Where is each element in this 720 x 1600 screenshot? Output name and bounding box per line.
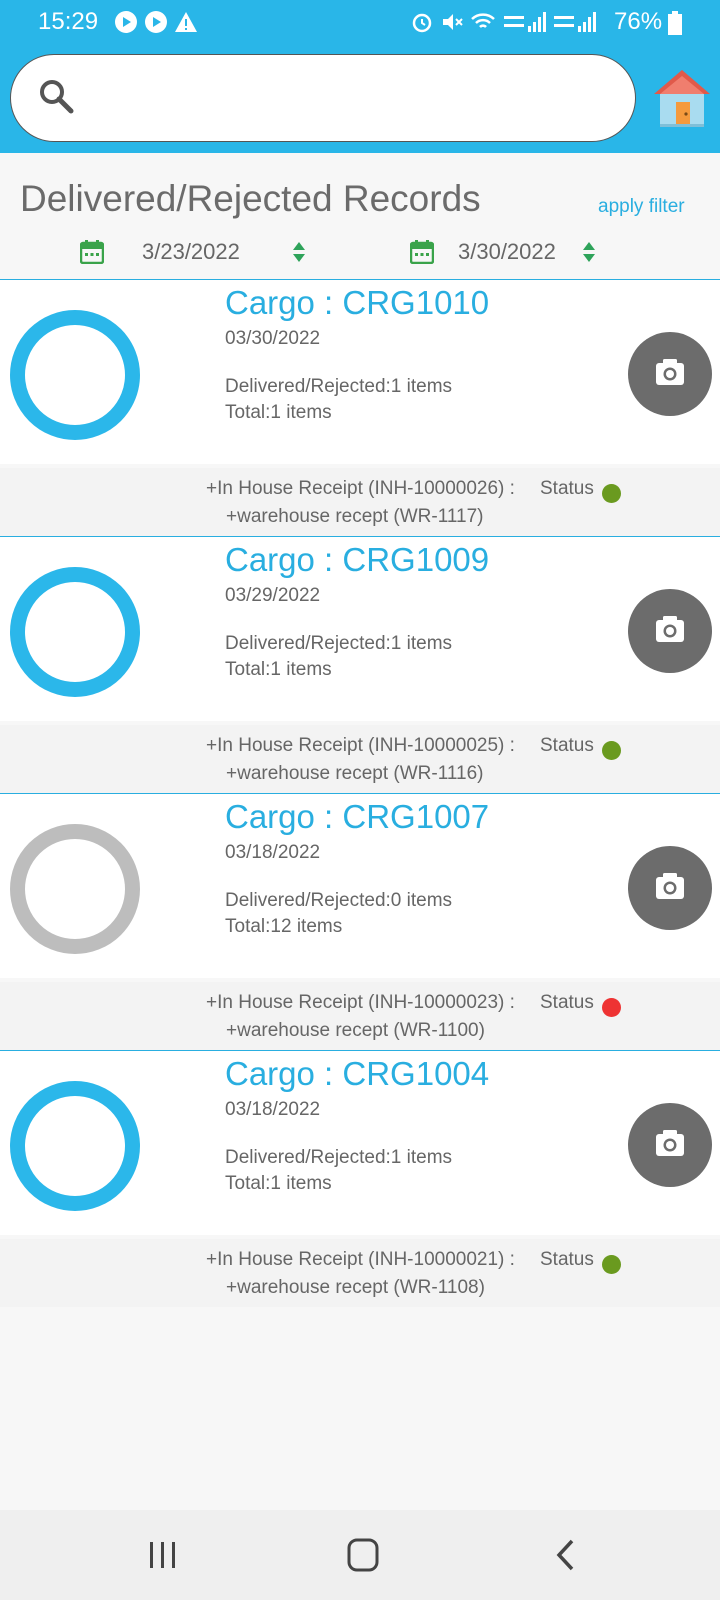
battery-level: 76% <box>614 8 663 35</box>
system-icons <box>410 10 596 34</box>
camera-button[interactable] <box>628 589 712 673</box>
play-notification-icon <box>145 11 167 33</box>
progress-ring <box>10 824 140 954</box>
cargo-id: Cargo : CRG1009 <box>225 541 490 578</box>
record-card[interactable]: Cargo : CRG1009 03/29/2022 Delivered/Rej… <box>0 537 720 721</box>
search-input[interactable] <box>91 75 615 121</box>
status-label: Status <box>540 1249 594 1270</box>
warehouse-receipt: +warehouse recept (WR-1100) <box>226 1020 485 1041</box>
warehouse-receipt: +warehouse recept (WR-1117) <box>226 506 484 527</box>
camera-icon[interactable] <box>628 589 712 673</box>
delivered-count: Delivered/Rejected:1 items <box>225 633 453 654</box>
app-header <box>0 46 720 153</box>
camera-icon[interactable] <box>628 1103 712 1187</box>
home-icon[interactable] <box>652 66 712 128</box>
calendar-icon[interactable] <box>410 240 434 264</box>
camera-button[interactable] <box>628 1103 712 1187</box>
cargo-date: 03/18/2022 <box>225 1099 321 1120</box>
status-dot <box>602 1255 621 1274</box>
alarm-icon <box>412 13 432 33</box>
camera-button[interactable] <box>628 846 712 930</box>
to-date-picker[interactable]: 3/30/2022 <box>410 234 596 270</box>
signal-lte1-icon <box>504 12 546 32</box>
mute-icon <box>443 14 463 30</box>
search-icon[interactable] <box>37 77 77 117</box>
status-time: 15:29 <box>38 8 99 35</box>
receipt-info: +In House Receipt (INH-10000025) : Statu… <box>0 725 720 793</box>
in-house-receipt: +In House Receipt (INH-10000025) : <box>206 735 515 756</box>
total-count: Total:1 items <box>225 402 332 423</box>
record-card[interactable]: Cargo : CRG1007 03/18/2022 Delivered/Rej… <box>0 794 720 978</box>
total-count: Total:12 items <box>225 916 343 937</box>
home-nav-icon[interactable] <box>347 1538 379 1572</box>
cargo-date: 03/30/2022 <box>225 328 321 349</box>
cargo-id: Cargo : CRG1004 <box>225 1055 490 1092</box>
page-title: Delivered/Rejected Records <box>20 178 481 219</box>
status-dot <box>602 484 621 503</box>
wifi-icon <box>471 13 495 28</box>
status-dot <box>602 998 621 1017</box>
delivered-count: Delivered/Rejected:1 items <box>225 376 453 397</box>
cargo-id: Cargo : CRG1007 <box>225 798 490 835</box>
warning-icon <box>175 12 197 32</box>
sort-arrows-icon[interactable] <box>292 241 306 263</box>
in-house-receipt: +In House Receipt (INH-10000026) : <box>206 478 515 499</box>
progress-ring <box>10 310 140 440</box>
back-icon[interactable] <box>554 1538 578 1572</box>
recent-apps-icon[interactable] <box>148 1540 178 1570</box>
status-label: Status <box>540 478 594 499</box>
from-date-value[interactable]: 3/23/2022 <box>142 239 240 265</box>
record-card[interactable]: Cargo : CRG1004 03/18/2022 Delivered/Rej… <box>0 1051 720 1235</box>
cargo-date: 03/18/2022 <box>225 842 321 863</box>
calendar-icon[interactable] <box>80 240 104 264</box>
battery-icon <box>668 11 682 35</box>
progress-ring <box>10 1081 140 1211</box>
camera-icon[interactable] <box>628 332 712 416</box>
progress-ring <box>10 567 140 697</box>
receipt-info: +In House Receipt (INH-10000021) : Statu… <box>0 1239 720 1307</box>
cargo-id: Cargo : CRG1010 <box>225 284 490 321</box>
status-label: Status <box>540 735 594 756</box>
warehouse-receipt: +warehouse recept (WR-1108) <box>226 1277 485 1298</box>
total-count: Total:1 items <box>225 1173 332 1194</box>
delivered-count: Delivered/Rejected:1 items <box>225 1147 453 1168</box>
camera-button[interactable] <box>628 332 712 416</box>
search-bar[interactable] <box>10 54 636 142</box>
play-notification-icon <box>115 11 137 33</box>
from-date-picker[interactable]: 3/23/2022 <box>80 234 306 270</box>
cargo-date: 03/29/2022 <box>225 585 321 606</box>
camera-icon[interactable] <box>628 846 712 930</box>
navigation-bar <box>0 1510 720 1600</box>
receipt-info: +In House Receipt (INH-10000026) : Statu… <box>0 468 720 536</box>
record-card[interactable]: Cargo : CRG1010 03/30/2022 Delivered/Rej… <box>0 280 720 464</box>
receipt-info: +In House Receipt (INH-10000023) : Statu… <box>0 982 720 1050</box>
total-count: Total:1 items <box>225 659 332 680</box>
signal-lte2-icon <box>554 12 596 32</box>
delivered-count: Delivered/Rejected:0 items <box>225 890 453 911</box>
status-bar: 15:29 76% <box>0 0 720 46</box>
in-house-receipt: +In House Receipt (INH-10000023) : <box>206 992 515 1013</box>
status-dot <box>602 741 621 760</box>
status-label: Status <box>540 992 594 1013</box>
notification-icons <box>114 10 198 34</box>
to-date-value[interactable]: 3/30/2022 <box>458 239 556 265</box>
warehouse-receipt: +warehouse recept (WR-1116) <box>226 763 484 784</box>
in-house-receipt: +In House Receipt (INH-10000021) : <box>206 1249 515 1270</box>
apply-filter-link[interactable]: apply filter <box>598 196 685 218</box>
sort-arrows-icon[interactable] <box>582 241 596 263</box>
